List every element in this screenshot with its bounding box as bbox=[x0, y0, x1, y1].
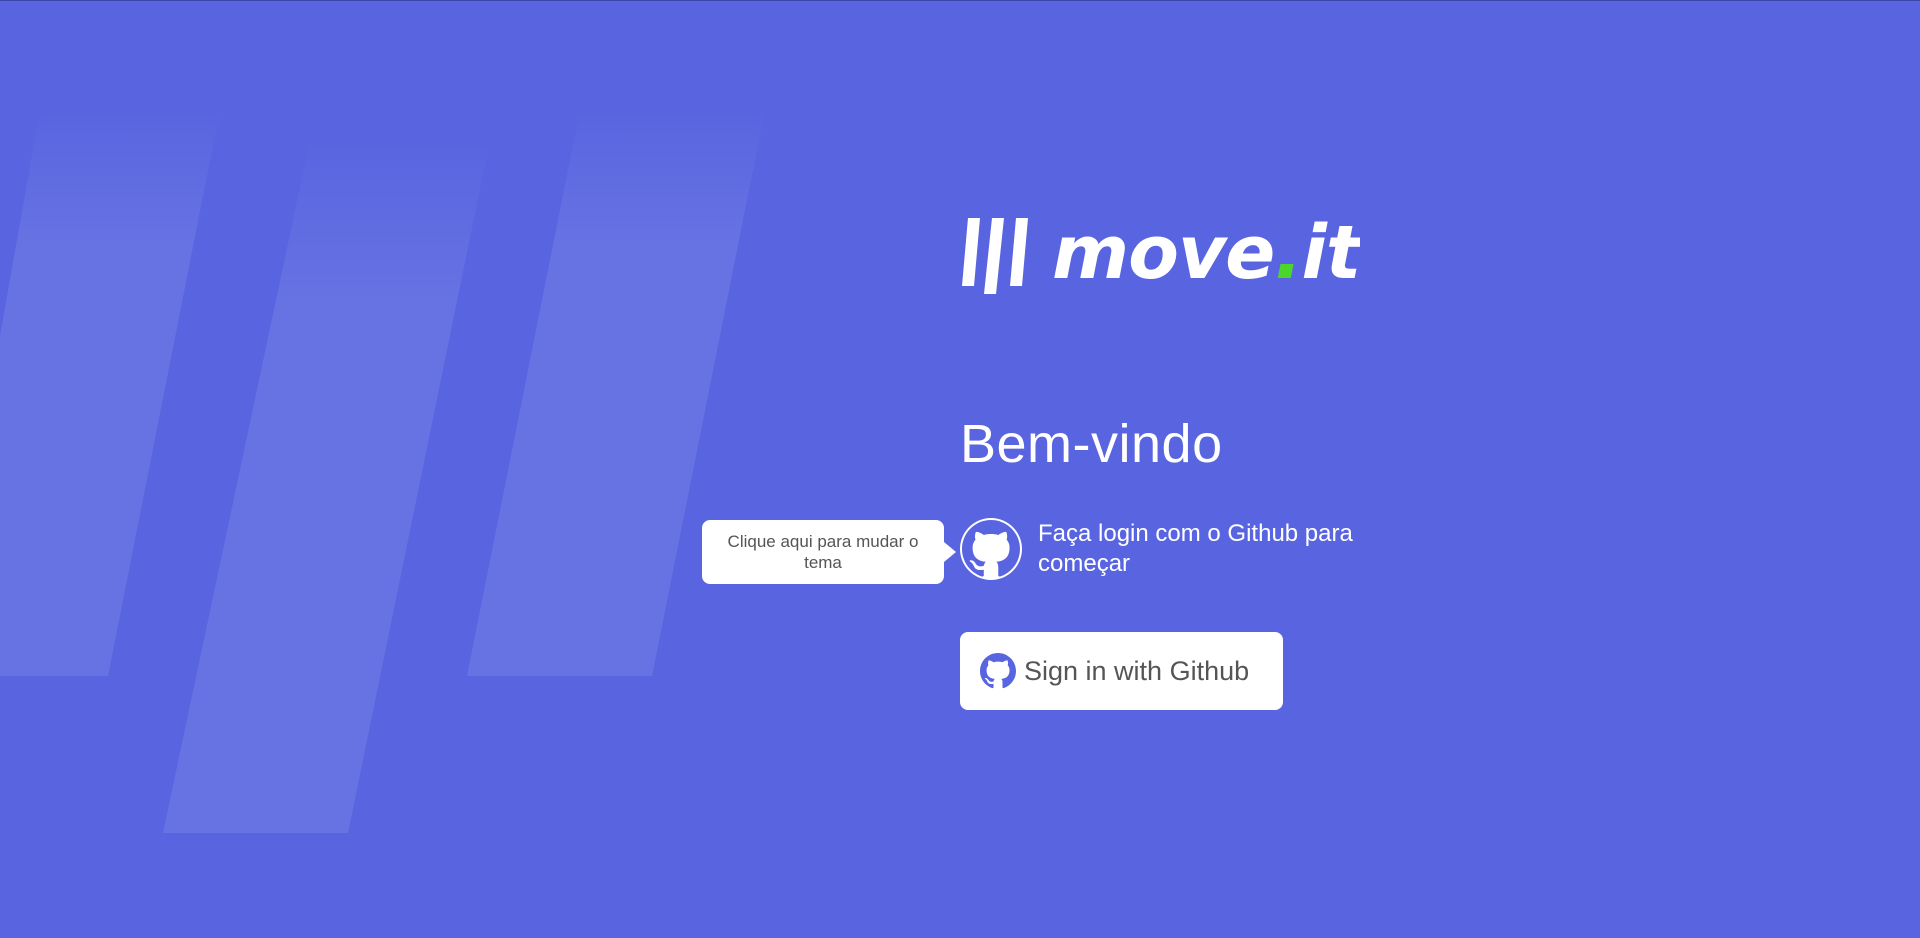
login-panel: move.it Bem-vindo Clique aqui para mudar… bbox=[702, 210, 1520, 710]
github-icon bbox=[980, 653, 1016, 689]
theme-tooltip: Clique aqui para mudar o tema bbox=[702, 520, 956, 584]
svg-text:move.it: move.it bbox=[1052, 210, 1360, 294]
theme-toggle-github-icon[interactable] bbox=[960, 518, 1022, 580]
login-row: Clique aqui para mudar o tema Faça login… bbox=[702, 518, 1520, 584]
sign-in-button-label: Sign in with Github bbox=[1024, 655, 1250, 686]
tooltip-text: Clique aqui para mudar o tema bbox=[727, 532, 919, 572]
login-instruction: Faça login com o Github para começar bbox=[1038, 520, 1353, 577]
sign-in-github-button[interactable]: Sign in with Github bbox=[960, 632, 1283, 710]
background-stripe bbox=[0, 110, 220, 676]
moveit-logo: move.it bbox=[962, 210, 1360, 294]
background-stripe bbox=[467, 110, 765, 676]
github-icon bbox=[962, 520, 1020, 577]
background-stripe bbox=[163, 140, 490, 833]
welcome-title: Bem-vindo bbox=[960, 414, 1223, 474]
